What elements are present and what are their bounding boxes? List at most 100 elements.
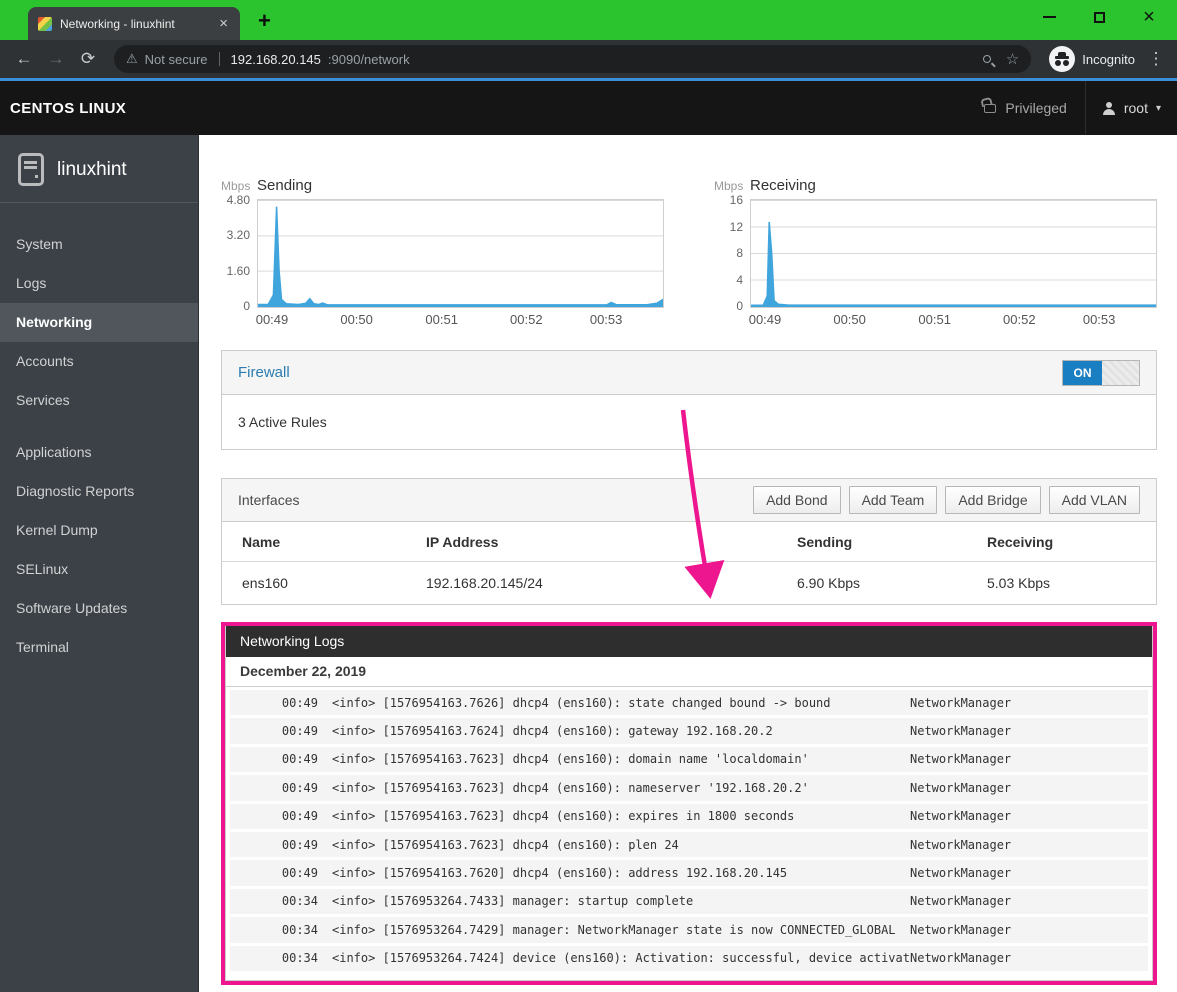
log-entry[interactable]: 00:34 <info> [1576953264.7429] manager: N… — [230, 917, 1148, 943]
sending-chart-title: Sending — [257, 177, 313, 194]
log-entry[interactable]: 00:49 <info> [1576954163.7623] dhcp4 (ens… — [230, 803, 1148, 829]
incognito-label: Incognito — [1082, 51, 1135, 67]
y-axis-tick: 16 — [729, 193, 743, 207]
y-axis-tick: 0 — [243, 299, 250, 313]
cockpit-masthead: CENTOS LINUX Privileged root ▾ — [0, 81, 1177, 135]
log-msg: <info> [1576954163.7620] dhcp4 (ens160):… — [332, 866, 788, 881]
site-favicon — [38, 16, 52, 31]
firewall-toggle-off-half — [1102, 360, 1139, 385]
add-bridge-button[interactable]: Add Bridge — [945, 486, 1041, 514]
tab-close-icon[interactable]: × — [217, 15, 230, 32]
sidebar-brand: linuxhint — [0, 135, 198, 202]
log-time: 00:49 — [281, 695, 318, 710]
add-vlan-button[interactable]: Add VLAN — [1048, 486, 1140, 514]
sidebar-item-services[interactable]: Services — [0, 381, 198, 420]
new-tab-button[interactable]: + — [258, 8, 271, 34]
log-msg: <info> [1576954163.7624] dhcp4 (ens160):… — [332, 724, 773, 739]
networking-logs-title: Networking Logs — [226, 626, 1152, 657]
reload-button[interactable]: ⟳ — [74, 49, 102, 69]
incognito-icon — [1049, 46, 1076, 72]
x-axis-tick: 00:52 — [1003, 312, 1036, 327]
forward-button[interactable]: → — [42, 49, 70, 69]
log-time: 00:34 — [281, 922, 318, 937]
sending-chart-plot — [257, 199, 664, 308]
window-maximize-button[interactable] — [1089, 11, 1109, 23]
omnibox-divider — [218, 52, 220, 66]
log-entry[interactable]: 00:34 <info> [1576953264.7424] device (en… — [230, 945, 1148, 971]
sidebar-item-system[interactable]: System — [0, 225, 198, 264]
x-axis-tick: 00:52 — [510, 312, 543, 327]
cell: 6.90 Kbps — [797, 575, 861, 591]
bookmark-star-icon[interactable]: ☆ — [1006, 50, 1019, 68]
log-msg: <info> [1576954163.7626] dhcp4 (ens160):… — [332, 695, 831, 710]
log-entry[interactable]: 00:49 <info> [1576954163.7623] dhcp4 (ens… — [230, 831, 1148, 858]
hostname-label: linuxhint — [57, 158, 127, 180]
log-entry[interactable]: 00:49 <info> [1576954163.7626] dhcp4 (ens… — [230, 690, 1148, 716]
log-msg: <info> [1576954163.7623] dhcp4 (ens160):… — [332, 752, 809, 767]
log-service: NetworkManager — [910, 809, 1012, 824]
window-minimize-button[interactable] — [1039, 16, 1059, 18]
log-date-header: December 22, 2019 — [226, 657, 1152, 687]
sidebar-item-software-updates[interactable]: Software Updates — [0, 589, 198, 628]
chevron-down-icon: ▾ — [1155, 102, 1161, 114]
y-axis-tick: 8 — [736, 246, 743, 260]
log-entries: 00:49 <info> [1576954163.7626] dhcp4 (ens… — [226, 687, 1152, 980]
x-axis-tick: 00:53 — [1082, 312, 1116, 327]
log-entry[interactable]: 00:49 <info> [1576954163.7623] dhcp4 (ens… — [230, 775, 1148, 801]
log-time: 00:49 — [281, 752, 318, 767]
sidebar-item-networking[interactable]: Networking — [0, 303, 198, 342]
add-bond-button[interactable]: Add Bond — [753, 486, 841, 514]
tab-title: Networking - linuxhint — [60, 16, 175, 31]
x-axis-tick: 00:49 — [255, 312, 289, 327]
sidebar-item-applications[interactable]: Applications — [0, 433, 198, 472]
x-axis-tick: 00:51 — [918, 312, 951, 327]
column-header-receiving: Receiving — [987, 533, 1054, 550]
not-secure-label: Not secure — [144, 51, 208, 67]
firewall-link[interactable]: Firewall — [238, 364, 290, 381]
interfaces-table-body: ens160 192.168.20.145/24 6.90 Kbps 5.03 Kbp… — [222, 562, 1156, 604]
incognito-badge: Incognito — [1049, 46, 1135, 72]
log-service: NetworkManager — [910, 780, 1012, 795]
column-header-sending: Sending — [797, 533, 853, 550]
log-service: NetworkManager — [910, 866, 1012, 881]
sidebar-item-diagnostic-reports[interactable]: Diagnostic Reports — [0, 472, 198, 511]
user-name: root — [1123, 100, 1148, 116]
back-button[interactable]: ← — [10, 49, 38, 69]
window-close-button[interactable]: × — [1139, 7, 1159, 27]
main-content: Mbps Sending 4.80 3.20 1.60 0 00:49 00:50 00:… — [199, 135, 1177, 992]
cell: 5.03 Kbps — [987, 575, 1051, 591]
zoom-icon[interactable] — [982, 55, 991, 63]
firewall-toggle[interactable]: ON — [1062, 359, 1140, 386]
add-team-button[interactable]: Add Team — [848, 486, 938, 514]
log-entry[interactable]: 00:34 <info> [1576953264.7433] manager: s… — [230, 888, 1148, 915]
sidebar-item-terminal[interactable]: Terminal — [0, 628, 198, 667]
log-entry[interactable]: 00:49 <info> [1576954163.7624] dhcp4 (ens… — [230, 718, 1148, 744]
browser-tab[interactable]: Networking - linuxhint × — [28, 7, 240, 40]
sidebar-item-accounts[interactable]: Accounts — [0, 342, 198, 381]
interface-row-ens160[interactable]: ens160 192.168.20.145/24 6.90 Kbps 5.03 Kbp… — [222, 562, 1156, 604]
log-msg: <info> [1576953264.7433] manager: startu… — [332, 894, 694, 909]
sidebar-nav: System Logs Networking Accounts Services Appl… — [0, 203, 198, 667]
privileged-button[interactable]: Privileged — [966, 100, 1084, 116]
sidebar-item-kernel-dump[interactable]: Kernel Dump — [0, 511, 198, 550]
browser-menu-icon[interactable]: ⋮ — [1145, 49, 1167, 69]
log-service: NetworkManager — [910, 922, 1012, 937]
user-menu[interactable]: root ▾ — [1086, 100, 1177, 116]
x-axis-tick: 00:49 — [748, 312, 782, 327]
x-axis-tick: 00:53 — [589, 312, 623, 327]
sidebar: linuxhint System Logs Networking Accounts Se… — [0, 135, 199, 992]
not-secure-warning-icon: ⚠ — [126, 51, 138, 66]
sidebar-item-selinux[interactable]: SELinux — [0, 550, 198, 589]
log-time: 00:49 — [281, 866, 318, 881]
log-entry[interactable]: 00:49 <info> [1576954163.7623] dhcp4 (ens… — [230, 746, 1148, 773]
x-axis-tick: 00:51 — [425, 312, 458, 327]
address-bar[interactable]: ⚠ Not secure 192.168.20.145 :9090/networ… — [114, 45, 1032, 73]
sending-chart: Mbps Sending 4.80 3.20 1.60 0 00:49 00:50 00:… — [221, 177, 664, 328]
y-axis-tick: 1.60 — [226, 263, 250, 278]
sidebar-item-logs[interactable]: Logs — [0, 264, 198, 303]
log-time: 00:49 — [281, 724, 318, 739]
receiving-chart-title: Receiving — [750, 177, 816, 194]
log-entry[interactable]: 00:49 <info> [1576954163.7620] dhcp4 (ens… — [230, 860, 1148, 886]
server-icon — [18, 153, 44, 186]
firewall-toggle-on-label: ON — [1063, 360, 1102, 385]
